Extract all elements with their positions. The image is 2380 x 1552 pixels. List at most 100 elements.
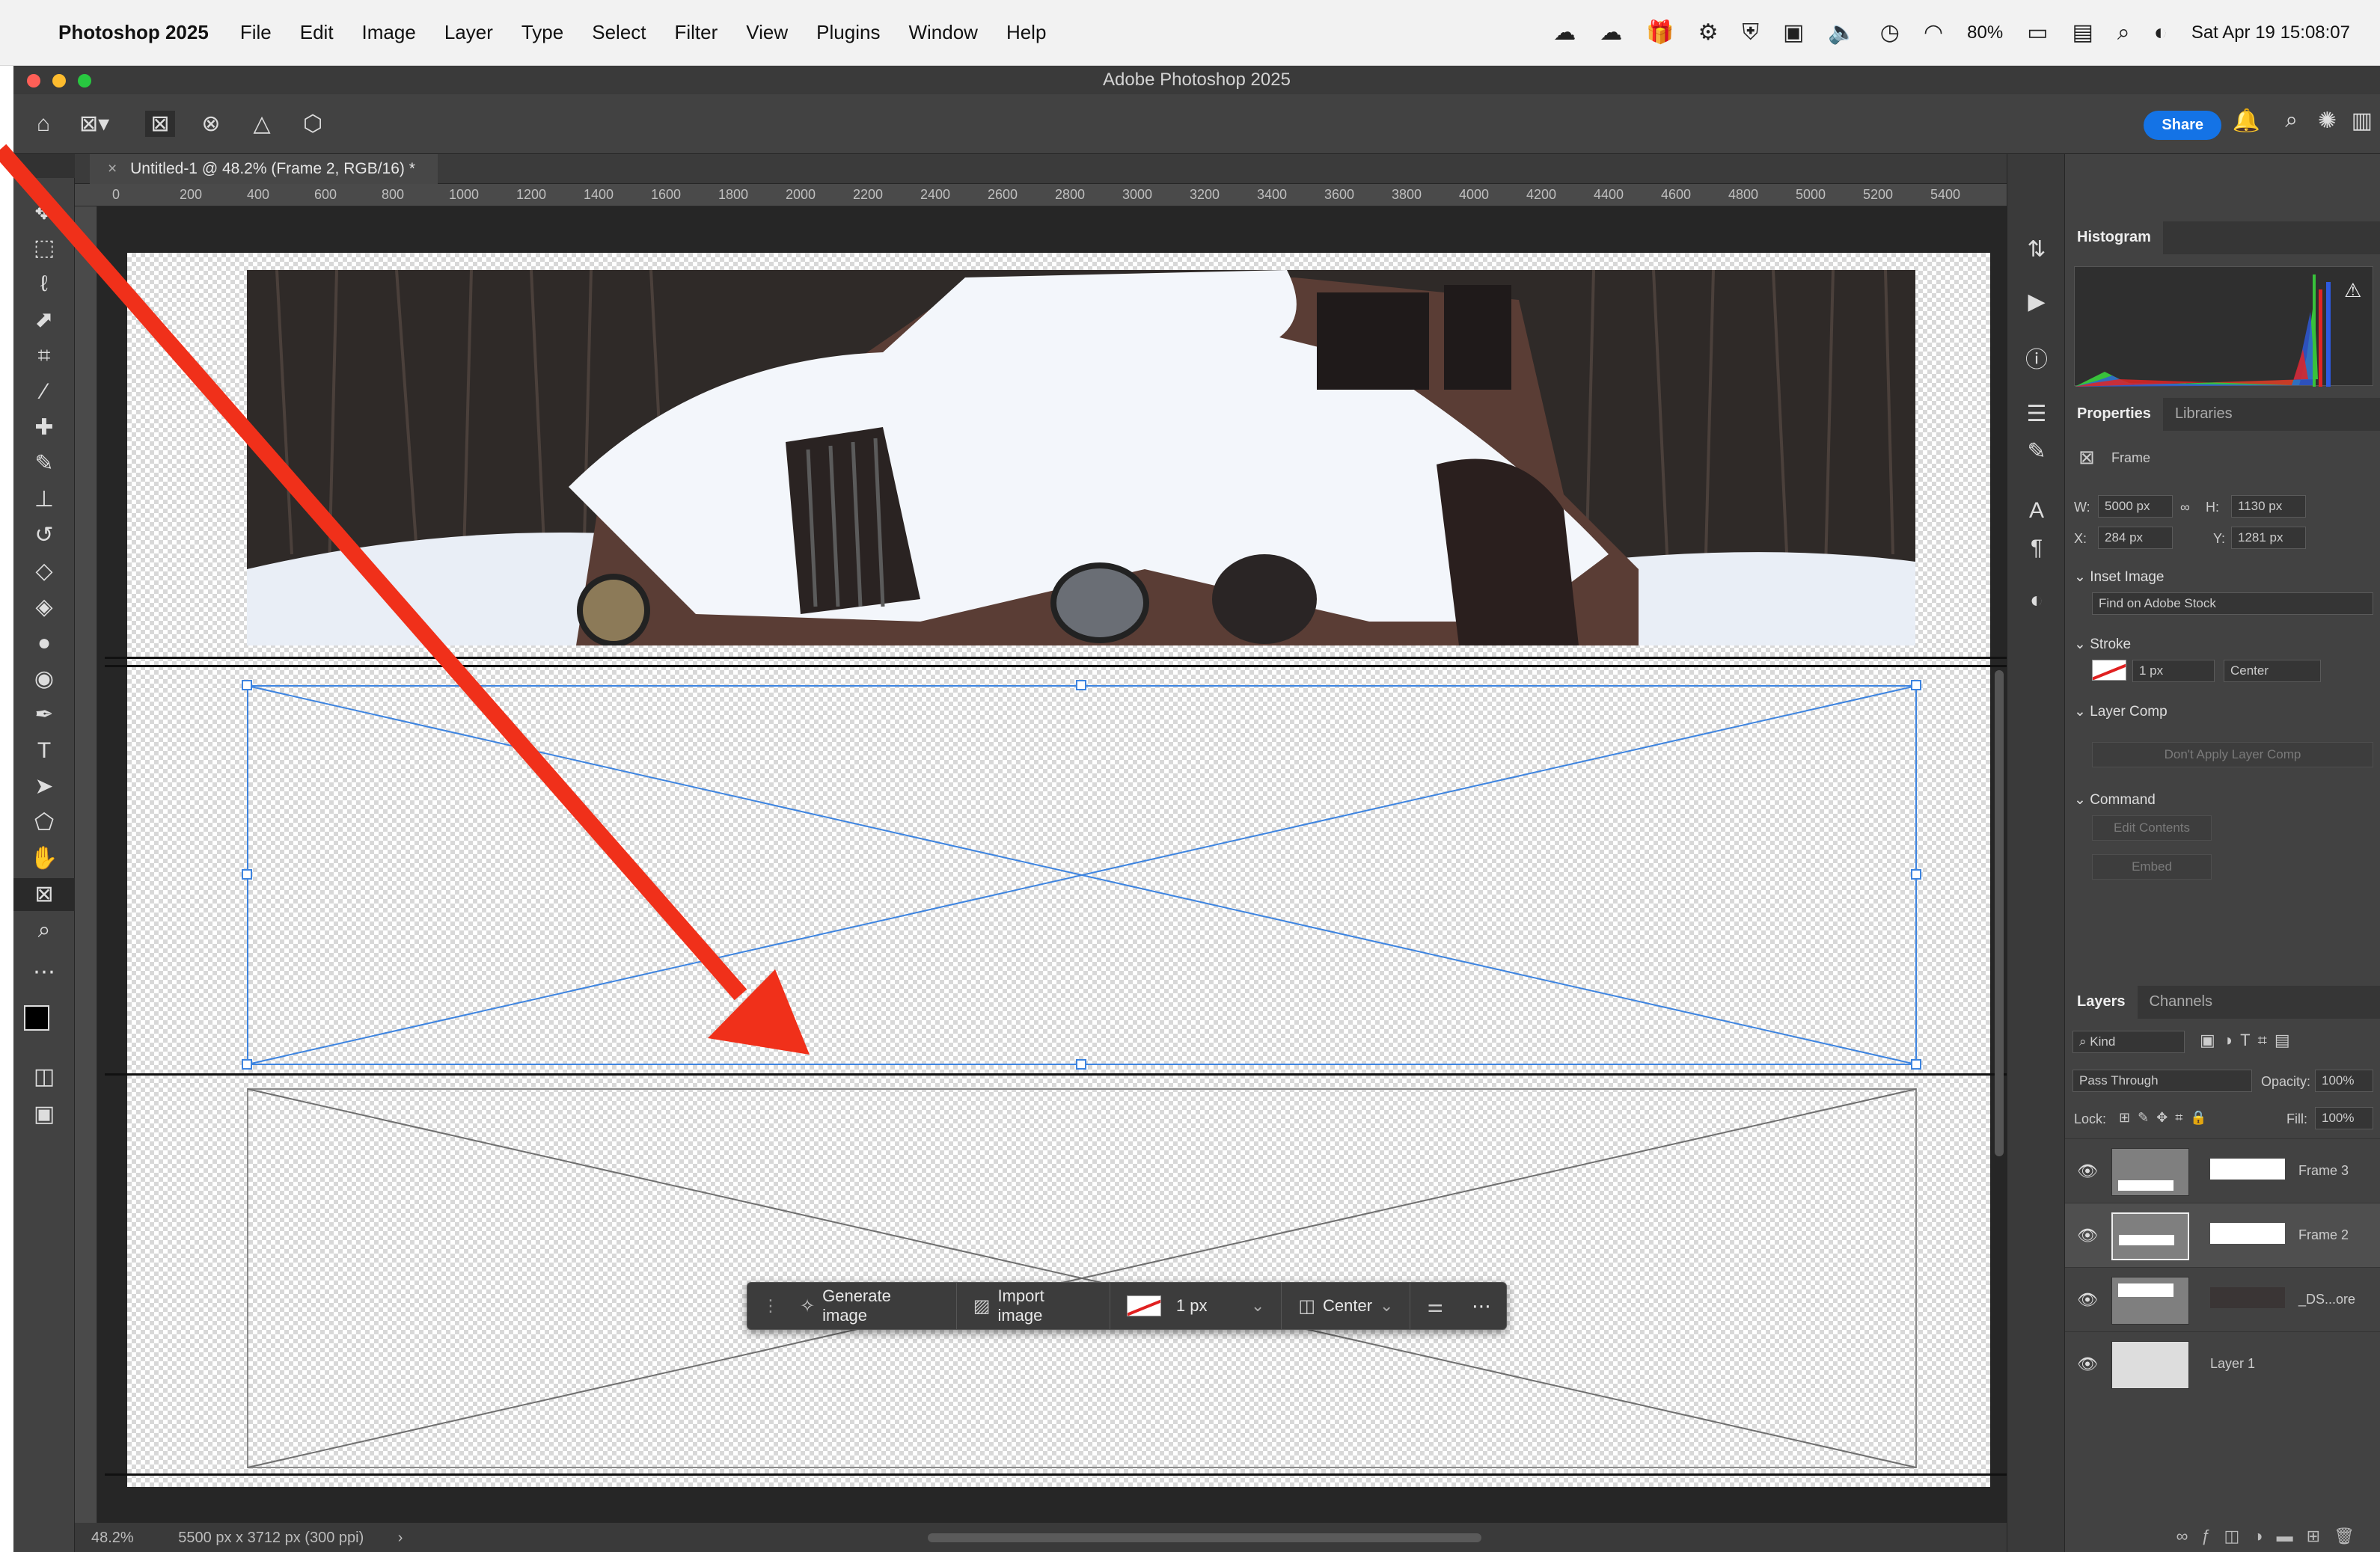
eye-icon[interactable]: 👁 [2077, 1290, 2098, 1310]
gift-icon[interactable]: 🎁 [1646, 19, 1674, 46]
cloud-sync-icon[interactable]: ☁ [1600, 19, 1622, 46]
minimize-window-icon[interactable] [52, 74, 66, 88]
brushes-panel-icon[interactable]: ✎ [2007, 438, 2066, 464]
menu-app-name[interactable]: Photoshop 2025 [58, 21, 209, 44]
stroke-section[interactable]: ⌄ Stroke [2074, 636, 2131, 653]
eye-icon[interactable]: 👁 [2077, 1355, 2098, 1374]
tab-histogram[interactable]: Histogram [2065, 221, 2163, 254]
menu-window[interactable]: Window [908, 21, 977, 44]
layer-filter-dropdown[interactable]: ⌕ Kind [2072, 1031, 2185, 1053]
link-icon[interactable]: ∞ [2180, 500, 2190, 515]
marquee-tool-icon[interactable]: ⬚ [13, 232, 75, 265]
frame-tool-icon[interactable]: ⊠ [13, 878, 75, 911]
triangle-frame-icon[interactable]: △ [247, 111, 277, 137]
layer-row-layer-1[interactable]: 👁 Layer 1 [2065, 1331, 2380, 1396]
paint-bucket-tool-icon[interactable]: ◈ [13, 591, 75, 624]
hand-tool-icon[interactable]: ✋ [13, 842, 75, 875]
layer-comp-section[interactable]: ⌄ Layer Comp [2074, 703, 2168, 720]
horizontal-ruler[interactable]: 0 200 400 600 800 1000 1200 1400 1600 1800 2000 220… [75, 184, 2007, 206]
dodge-tool-icon[interactable]: ◉ [13, 663, 75, 696]
y-field[interactable]: 1281 px [2231, 527, 2306, 549]
workspace-icon[interactable]: ▥ [2352, 108, 2373, 134]
eraser-tool-icon[interactable]: ◇ [13, 555, 75, 588]
tab-properties[interactable]: Properties [2065, 398, 2163, 431]
share-button[interactable]: Share [2144, 111, 2221, 140]
lasso-tool-icon[interactable]: ℓ [13, 268, 75, 301]
path-selection-tool-icon[interactable]: ➤ [13, 770, 75, 803]
stamp-tool-icon[interactable]: ⊥ [13, 483, 75, 516]
discover-icon[interactable]: ✺ [2318, 108, 2337, 134]
stroke-settings[interactable]: 1 px ⌄ [1110, 1282, 1282, 1330]
control-center-icon[interactable]: ◐ [2154, 20, 2168, 46]
briefcase-icon[interactable]: ▣ [1783, 19, 1804, 46]
edit-toolbar-icon[interactable]: ⋯ [13, 956, 75, 989]
find-on-adobe-stock-dropdown[interactable]: Find on Adobe Stock [2092, 592, 2373, 615]
settings-button[interactable]: ⚌ [1410, 1282, 1460, 1330]
object-selection-tool-icon[interactable]: ⬈ [13, 304, 75, 337]
adjustments-panel-icon[interactable]: ☰ [2007, 401, 2066, 427]
frame-tool-preset-icon[interactable]: ⊠▾ [79, 111, 109, 137]
stroke-width-value[interactable]: 1 px [1176, 1296, 1243, 1316]
frame-2-placeholder[interactable] [247, 685, 1917, 1065]
zoom-level[interactable]: 48.2% [91, 1530, 134, 1546]
notifications-icon[interactable]: 🔔 [2233, 108, 2260, 134]
history-panel-icon[interactable]: ⇅ [2007, 236, 2066, 263]
crop-tool-icon[interactable]: ⌗ [13, 340, 75, 372]
spotlight-search-icon[interactable]: ⌕ [2117, 20, 2130, 46]
brush-tool-icon[interactable]: ✎ [13, 447, 75, 480]
stroke-color-swatch[interactable] [1126, 1295, 1161, 1316]
horizontal-scrollbar[interactable] [928, 1533, 1481, 1542]
clock-icon[interactable]: ◷ [1880, 19, 1900, 46]
frame-1-photo[interactable] [247, 270, 1915, 645]
stroke-align-dropdown[interactable]: Center [2224, 660, 2321, 682]
document-tab[interactable]: × Untitled-1 @ 48.2% (Frame 2, RGB/16) * [90, 154, 438, 184]
actions-panel-icon[interactable]: ▶ [2007, 289, 2066, 315]
foreground-color-swatch[interactable] [24, 1005, 49, 1031]
menu-view[interactable]: View [746, 21, 788, 44]
menu-plugins[interactable]: Plugins [816, 21, 880, 44]
battery-icon[interactable]: ▭ [2027, 19, 2048, 46]
stroke-color-swatch[interactable] [2092, 660, 2126, 681]
creative-cloud-icon[interactable]: ☁ [1553, 19, 1576, 46]
quick-mask-icon[interactable]: ◫ [13, 1061, 75, 1094]
history-brush-tool-icon[interactable]: ↺ [13, 519, 75, 552]
close-window-icon[interactable] [27, 74, 40, 88]
extension-icon[interactable]: ⚙ [1698, 19, 1719, 46]
chevron-down-icon[interactable]: ⌄ [1251, 1296, 1264, 1316]
home-icon[interactable]: ⌂ [28, 111, 58, 137]
lock-icons[interactable]: ⊞✎✥⌗🔒 [2119, 1110, 2215, 1126]
tab-layers[interactable]: Layers [2065, 986, 2138, 1019]
tab-channels[interactable]: Channels [2138, 986, 2225, 1019]
type-tool-icon[interactable]: T [13, 734, 75, 767]
menu-type[interactable]: Type [521, 21, 563, 44]
blur-tool-icon[interactable]: ● [13, 627, 75, 660]
vertical-ruler[interactable] [75, 206, 97, 1523]
display-icon[interactable]: ▤ [2072, 19, 2093, 46]
import-image-button[interactable]: ▨ Import image [957, 1282, 1110, 1330]
layer-filter-icons[interactable]: ▣◑T⌗▤ [2200, 1031, 2298, 1050]
canvas-area[interactable]: ⋮ ✧ Generate image ▨ Import image 1 px ⌄… [97, 206, 2020, 1523]
width-field[interactable]: 5000 px [2098, 495, 2173, 518]
resize-handle[interactable] [1911, 680, 1921, 690]
info-panel-icon[interactable]: ⓘ [2007, 341, 2066, 374]
menubar-clock[interactable]: Sat Apr 19 15:08:07 [2191, 22, 2350, 43]
color-panel-icon[interactable]: ◐ [2007, 588, 2066, 613]
x-field[interactable]: 284 px [2098, 527, 2173, 549]
menu-select[interactable]: Select [592, 21, 646, 44]
menu-layer[interactable]: Layer [444, 21, 493, 44]
paragraph-panel-icon[interactable]: ¶ [2007, 536, 2066, 561]
opacity-field[interactable]: 100% [2315, 1070, 2373, 1092]
drag-handle-icon[interactable]: ⋮ [762, 1296, 779, 1316]
character-panel-icon[interactable]: A [2007, 498, 2066, 524]
layer-row-frame-3[interactable]: 👁 Frame 3 [2065, 1138, 2380, 1203]
close-tab-icon[interactable]: × [108, 160, 117, 177]
rectangle-frame-icon[interactable]: ⊠ [145, 111, 175, 137]
menu-file[interactable]: File [240, 21, 272, 44]
zoom-tool-icon[interactable]: ⌕ [13, 914, 75, 947]
eye-icon[interactable]: 👁 [2077, 1226, 2098, 1245]
generate-image-button[interactable]: ✧ Generate image [783, 1282, 957, 1330]
more-options-icon[interactable]: ⋯ [1472, 1295, 1491, 1318]
stroke-width-field[interactable]: 1 px [2132, 660, 2215, 682]
menu-filter[interactable]: Filter [675, 21, 718, 44]
move-tool-icon[interactable]: ✥ [13, 196, 75, 229]
